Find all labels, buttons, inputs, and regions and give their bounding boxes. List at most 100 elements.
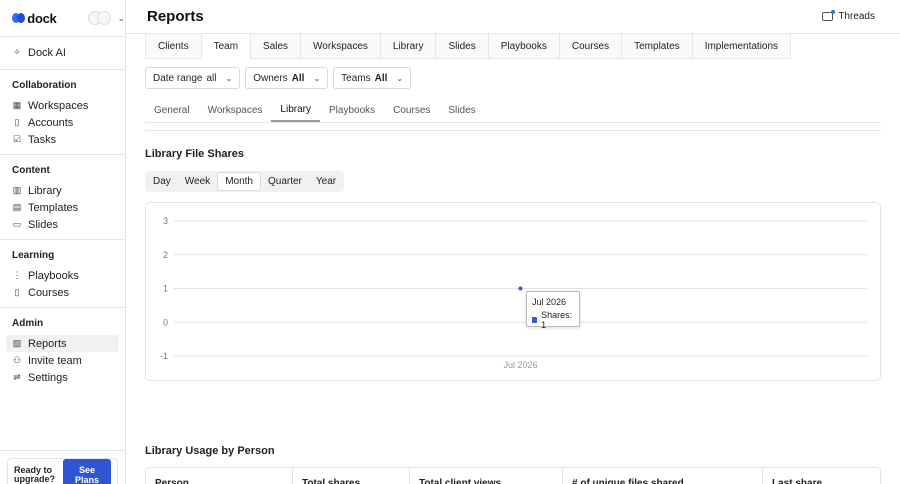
sidebar-item-label: Dock AI	[28, 46, 66, 59]
column-header[interactable]: # of unique files shared	[563, 468, 763, 484]
logo-row: dock ⌄	[0, 0, 125, 36]
template-icon: ▤	[12, 202, 22, 212]
period-month[interactable]: Month	[217, 172, 261, 191]
column-header[interactable]: Person	[146, 468, 293, 484]
y-tick-label: 3	[163, 216, 168, 226]
threads-button[interactable]: Threads	[822, 10, 875, 22]
upgrade-card: Ready to upgrade? See Plans	[7, 458, 118, 484]
sidebar-item-label: Templates	[28, 201, 79, 214]
filter-value: all	[206, 72, 217, 84]
sidebar-item-dock-ai[interactable]: ✧ Dock AI	[6, 44, 119, 61]
tab-templates[interactable]: Templates	[622, 34, 693, 59]
sidebar-item-slides[interactable]: ▭ Slides	[6, 216, 119, 233]
column-header[interactable]: Total client views	[410, 468, 563, 484]
period-year[interactable]: Year	[309, 172, 343, 191]
tab-slides[interactable]: Slides	[439, 98, 484, 122]
tab-library[interactable]: Library	[381, 34, 437, 59]
upgrade-text-line: upgrade?	[14, 474, 56, 484]
checkbox-icon: ☑	[12, 134, 22, 144]
tab-workspaces[interactable]: Workspaces	[199, 98, 272, 122]
sidebar-item-label: Accounts	[28, 116, 74, 129]
dock-logo-icon[interactable]	[12, 13, 25, 23]
users-icon: ⚇	[12, 355, 22, 365]
chevron-down-icon: ⌄	[117, 12, 125, 23]
tooltip-value: Shares: 1	[541, 310, 573, 330]
sidebar-section-title: Admin	[12, 318, 44, 329]
sidebar: dock ⌄ ✧ Dock AI Collaboration ▦ Workspac…	[0, 0, 126, 484]
sidebar-item-workspaces[interactable]: ▦ Workspaces	[6, 97, 119, 114]
tab-library[interactable]: Library	[271, 98, 320, 122]
sidebar-item-label: Invite team	[28, 354, 82, 367]
sidebar-item-settings[interactable]: ⇌ Settings	[6, 369, 119, 386]
period-day[interactable]: Day	[146, 172, 178, 191]
sidebar-item-reports[interactable]: ▧ Reports	[6, 335, 119, 352]
tab-team[interactable]: Team	[201, 34, 252, 59]
sidebar-item-tasks[interactable]: ☑ Tasks	[6, 131, 119, 148]
usage-table-header: Person Total shares Total client views #…	[145, 467, 881, 484]
owners-filter[interactable]: Owners All ⌄	[245, 67, 329, 89]
chart-tooltip: Jul 2026 Shares: 1	[526, 291, 580, 330]
y-tick-label: 2	[163, 250, 168, 260]
library-icon: ▥	[12, 185, 22, 195]
sliders-icon: ⇌	[13, 372, 21, 382]
series-swatch	[532, 317, 538, 323]
tab-playbooks[interactable]: Playbooks	[489, 34, 560, 59]
tab-workspaces[interactable]: Workspaces	[301, 34, 381, 59]
sidebar-item-label: Reports	[28, 337, 67, 350]
tab-general[interactable]: General	[145, 98, 199, 122]
sidebar-item-courses[interactable]: ▯ Courses	[6, 284, 119, 301]
period-week[interactable]: Week	[178, 172, 217, 191]
column-header[interactable]: Last share	[763, 468, 880, 484]
y-tick-label: 0	[163, 317, 168, 327]
sidebar-item-label: Library	[28, 184, 62, 197]
sidebar-item-label: Courses	[28, 286, 69, 299]
sidebar-item-label: Tasks	[28, 133, 57, 146]
file-shares-title: Library File Shares	[145, 148, 245, 160]
sparkle-icon: ✧	[13, 47, 21, 57]
x-tick-label: Jul 2026	[503, 360, 537, 370]
workspace-switcher[interactable]: ⌄	[88, 11, 125, 25]
filter-label: Owners	[253, 72, 288, 84]
tab-slides[interactable]: Slides	[436, 34, 489, 59]
divider	[145, 130, 881, 131]
sidebar-item-playbooks[interactable]: ⋮ Playbooks	[6, 267, 119, 284]
page-header: Reports Threads	[126, 0, 900, 34]
tab-courses[interactable]: Courses	[384, 98, 439, 122]
chart-icon: ▧	[12, 338, 22, 348]
tab-clients[interactable]: Clients	[146, 34, 202, 59]
tooltip-title: Jul 2026	[532, 297, 567, 307]
see-plans-button[interactable]: See Plans	[63, 459, 111, 484]
sidebar-item-library[interactable]: ▥ Library	[6, 182, 119, 199]
tab-implementations[interactable]: Implementations	[693, 34, 792, 59]
data-point[interactable]	[518, 286, 523, 291]
teams-filter[interactable]: Teams All ⌄	[333, 67, 412, 89]
filters-bar: Date range all ⌄ Owners All ⌄ Teams All …	[145, 67, 412, 89]
sidebar-item-accounts[interactable]: ▯ Accounts	[6, 114, 119, 131]
column-header[interactable]: Total shares	[293, 468, 410, 484]
sidebar-item-invite-team[interactable]: ⚇ Invite team	[6, 352, 119, 369]
date-range-filter[interactable]: Date range all ⌄	[145, 67, 241, 89]
chat-icon	[822, 10, 836, 21]
y-tick-label: -1	[160, 351, 168, 361]
tab-playbooks[interactable]: Playbooks	[320, 98, 384, 122]
brand-name[interactable]: dock	[27, 11, 56, 26]
chevron-down-icon: ⌄	[396, 73, 404, 83]
page-title: Reports	[147, 8, 204, 25]
threads-label: Threads	[838, 11, 875, 22]
chevron-down-icon: ⌄	[225, 73, 233, 83]
grid-icon: ▦	[12, 100, 22, 110]
sidebar-section-title: Content	[12, 165, 50, 176]
tab-sales[interactable]: Sales	[251, 34, 302, 59]
filter-label: Teams	[341, 72, 371, 84]
period-quarter[interactable]: Quarter	[261, 172, 309, 191]
filter-value: All	[291, 72, 305, 84]
sidebar-section-title: Learning	[12, 250, 55, 261]
sidebar-section-title: Collaboration	[12, 80, 77, 91]
sidebar-item-templates[interactable]: ▤ Templates	[6, 199, 119, 216]
y-tick-label: 1	[163, 284, 168, 294]
team-report-tabs: General Workspaces Library Playbooks Cou…	[145, 98, 881, 123]
tab-courses[interactable]: Courses	[560, 34, 623, 59]
filter-value: All	[374, 72, 388, 84]
sidebar-item-label: Playbooks	[28, 269, 79, 282]
period-selector: Day Week Month Quarter Year	[145, 171, 345, 192]
